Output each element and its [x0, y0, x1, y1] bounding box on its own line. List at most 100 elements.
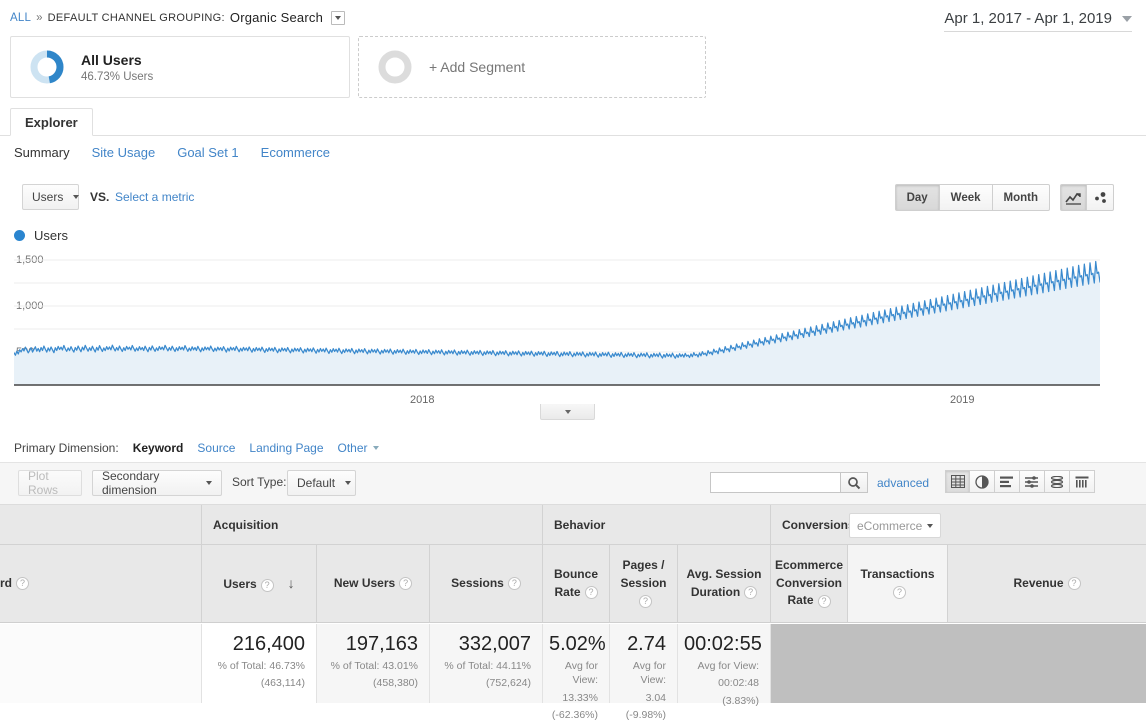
summary-cell-pages-session: 2.74 Avg for View: 3.04 (-9.98%) [610, 624, 678, 721]
term-cloud-view-icon[interactable] [1070, 470, 1095, 493]
conversions-goal-value: eCommerce [857, 518, 923, 533]
summary-avg-session-duration-value: 00:02:55 [684, 633, 762, 655]
help-icon[interactable]: ? [1067, 577, 1081, 591]
primary-dimension-source[interactable]: Source [197, 441, 235, 455]
pivot-view-icon[interactable] [1045, 470, 1070, 493]
comparison-view-icon[interactable] [1020, 470, 1045, 493]
summary-users-value: 216,400 [232, 633, 305, 655]
primary-dimension-keyword[interactable]: Keyword [133, 441, 183, 468]
add-segment-circle-icon [377, 49, 413, 85]
sort-type-value: Default [297, 476, 336, 490]
summary-avg-session-duration-sub2: 00:02:48 [718, 677, 759, 690]
column-header-avg-session-duration[interactable]: Avg. Session Duration? [678, 545, 771, 623]
help-icon[interactable]: ? [260, 578, 274, 592]
summary-new-users-sub1: % of Total: 43.01% [330, 660, 418, 672]
breadcrumb-all-link[interactable]: ALL [10, 12, 31, 24]
chevron-down-icon [927, 523, 933, 528]
column-header-transactions[interactable]: Transactions? [848, 545, 948, 623]
column-header-transactions-label: Transactions [860, 567, 935, 582]
primary-dimension-row: Primary Dimension: Keyword Source Landin… [14, 441, 379, 468]
help-icon[interactable]: ? [16, 577, 29, 591]
column-header-bounce-rate[interactable]: Bounce Rate? [543, 545, 610, 623]
granularity-week[interactable]: Week [939, 184, 993, 211]
search-input[interactable] [711, 473, 840, 492]
tab-strip: Explorer [0, 108, 1146, 136]
summary-cell-dimension [0, 624, 202, 703]
vs-label: VS. [90, 190, 110, 204]
summary-bounce-rate-value: 5.02% [549, 633, 606, 655]
pie-view-icon[interactable] [970, 470, 995, 493]
advanced-search-link[interactable]: advanced [877, 476, 929, 490]
report-table: Acquisition Behavior Conversions eCommer… [0, 505, 1146, 721]
performance-view-icon[interactable] [995, 470, 1020, 493]
tab-explorer[interactable]: Explorer [10, 108, 93, 136]
plot-rows-button[interactable]: Plot Rows [18, 469, 82, 497]
help-icon[interactable]: ? [399, 577, 413, 591]
metric-selector[interactable]: Users [22, 184, 80, 210]
chevron-down-icon [372, 446, 379, 450]
column-header-sessions[interactable]: Sessions? [430, 545, 543, 623]
motion-chart-icon[interactable] [1087, 184, 1114, 211]
sub-tab-ecommerce[interactable]: Ecommerce [261, 145, 330, 160]
sub-tab-summary[interactable]: Summary [14, 145, 70, 160]
summary-cell-bounce-rate: 5.02% Avg for View: 13.33% (-62.36%) [543, 624, 610, 721]
table-view-icon[interactable] [945, 470, 970, 493]
primary-dimension-other[interactable]: Other [338, 441, 379, 455]
breadcrumb-dropdown-icon[interactable] [331, 10, 346, 25]
summary-pages-session-value: 2.74 [627, 633, 666, 655]
collapse-chart-button[interactable] [540, 404, 595, 420]
breadcrumb: ALL » DEFAULT CHANNEL GROUPING: Organic … [10, 10, 346, 25]
help-icon[interactable]: ? [744, 585, 758, 599]
group-header-conversions-label: Conversions [782, 517, 855, 532]
chevron-down-icon [1122, 15, 1132, 22]
summary-cell-conversions-empty [771, 624, 1146, 703]
column-header-pages-session[interactable]: Pages / Session? [610, 545, 678, 623]
summary-pages-session-sub2: 3.04 [645, 691, 666, 704]
select-a-metric-link[interactable]: Select a metric [115, 190, 194, 204]
conversions-goal-select[interactable]: eCommerce [849, 513, 941, 538]
legend-color-dot [14, 230, 25, 241]
column-header-revenue[interactable]: Revenue? [948, 545, 1146, 623]
primary-dimension-label: Primary Dimension: [14, 441, 119, 455]
sort-type-label: Sort Type: [232, 475, 287, 489]
search-icon[interactable] [840, 473, 867, 492]
legend-label-users: Users [34, 228, 68, 243]
sort-type-select[interactable]: Default [287, 470, 356, 496]
chart-legend: Users [14, 228, 68, 243]
help-icon[interactable]: ? [817, 594, 831, 608]
help-icon[interactable]: ? [893, 585, 906, 599]
summary-cell-new-users: 197,163 % of Total: 43.01% (458,380) [317, 624, 430, 703]
help-icon[interactable]: ? [639, 594, 652, 608]
summary-users-sub2: (463,114) [260, 677, 305, 690]
help-icon[interactable]: ? [507, 577, 521, 591]
summary-pages-session-sub1: Avg for View: [632, 660, 666, 687]
sub-tab-site-usage[interactable]: Site Usage [92, 145, 156, 160]
segment-donut-icon [29, 49, 65, 85]
dimension-group-header [0, 505, 202, 545]
summary-cell-avg-session-duration: 00:02:55 Avg for View: 00:02:48 (3.83%) [678, 624, 771, 707]
column-header-ecommerce-conversion-rate[interactable]: Ecommerce Conversion Rate? [771, 545, 848, 623]
line-chart-icon[interactable] [1060, 184, 1087, 211]
granularity-toggle-group: Day Week Month [894, 184, 1050, 211]
granularity-day[interactable]: Day [894, 184, 940, 211]
date-range-picker[interactable]: Apr 1, 2017 - Apr 1, 2019 [944, 10, 1132, 32]
summary-sessions-value: 332,007 [458, 633, 531, 655]
summary-avg-session-duration-sub3: (3.83%) [722, 694, 759, 707]
add-segment-button[interactable]: + Add Segment [358, 36, 706, 98]
column-header-new-users[interactable]: New Users? [317, 545, 430, 623]
secondary-dimension-button[interactable]: Secondary dimension [92, 469, 222, 497]
chevron-down-icon [345, 481, 352, 485]
sort-arrow-icon[interactable]: ↓ [288, 575, 295, 591]
column-header-keyword[interactable]: rd? [0, 545, 202, 623]
granularity-month[interactable]: Month [992, 184, 1050, 211]
column-header-users[interactable]: Users? ↓ [202, 545, 317, 623]
segment-all-users[interactable]: All Users 46.73% Users [10, 36, 350, 98]
primary-dimension-landing-page[interactable]: Landing Page [249, 441, 323, 455]
sub-tab-goal-set-1[interactable]: Goal Set 1 [177, 145, 238, 160]
add-segment-label: + Add Segment [429, 59, 526, 75]
help-icon[interactable]: ? [584, 585, 598, 599]
table-search-box[interactable] [710, 472, 868, 493]
segment-title: All Users [81, 51, 142, 68]
breadcrumb-dimension-label: DEFAULT CHANNEL GROUPING: [47, 11, 225, 24]
summary-avg-session-duration-sub1: Avg for View: [697, 660, 759, 672]
